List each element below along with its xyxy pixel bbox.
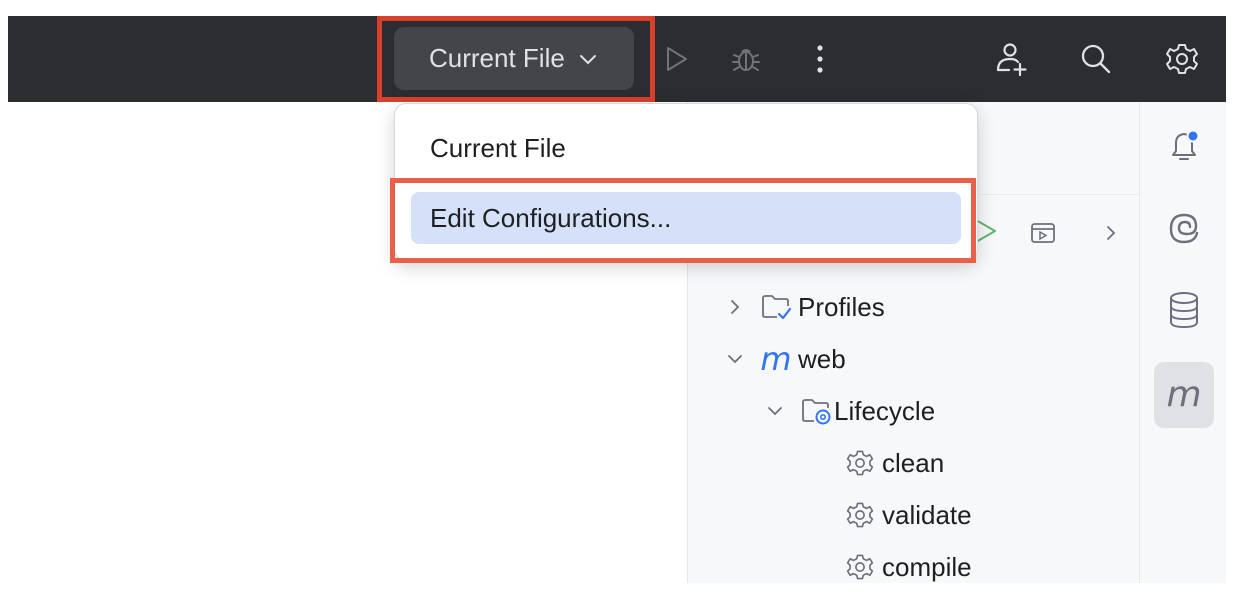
settings-icon[interactable] <box>1162 39 1202 79</box>
tree-item-label: Lifecycle <box>834 395 936 426</box>
chevron-right-icon[interactable] <box>1094 216 1128 250</box>
tree-item-clean[interactable]: clean <box>844 443 944 483</box>
tree-item-label: web <box>798 343 846 374</box>
right-tool-strip: m <box>1139 102 1226 583</box>
tree-item-validate[interactable]: validate <box>844 495 972 535</box>
add-user-icon[interactable] <box>992 39 1032 79</box>
tree-item-profiles[interactable]: Profiles <box>724 287 885 327</box>
gear-icon <box>844 551 876 583</box>
run-configuration-popup: Current File Edit Configurations... <box>394 103 978 261</box>
tree-item-label: Profiles <box>798 291 885 322</box>
chevron-down-icon[interactable] <box>764 400 786 422</box>
search-icon[interactable] <box>1076 39 1116 79</box>
run-config-icon[interactable] <box>1026 216 1060 250</box>
run-icon[interactable] <box>656 39 696 79</box>
tree-item-web[interactable]: m web <box>724 339 846 379</box>
folder-gear-icon <box>800 395 832 427</box>
database-icon[interactable] <box>1154 280 1214 340</box>
tree-item-label: clean <box>882 447 945 478</box>
notifications-icon[interactable] <box>1154 116 1214 176</box>
main-toolbar: Current File <box>8 16 1226 102</box>
gear-icon <box>844 447 876 479</box>
gear-icon <box>844 499 876 531</box>
maven-icon: m <box>760 340 792 378</box>
ai-assistant-icon[interactable] <box>1154 198 1214 258</box>
menu-item-edit-configurations[interactable]: Edit Configurations... <box>411 192 961 244</box>
maven-tool-button[interactable]: m <box>1154 362 1214 428</box>
run-configuration-selector[interactable]: Current File <box>394 27 634 90</box>
menu-item-current-file[interactable]: Current File <box>411 122 961 174</box>
chevron-right-icon[interactable] <box>724 296 746 318</box>
tree-item-compile[interactable]: compile <box>844 547 972 583</box>
maven-icon: m <box>1166 374 1202 415</box>
debug-icon[interactable] <box>726 39 766 79</box>
ide-window: Current File Profiles m web Lifecycle cl… <box>8 16 1226 583</box>
chevron-down-icon[interactable] <box>724 348 746 370</box>
tree-item-label: compile <box>882 551 972 582</box>
more-icon[interactable] <box>800 39 840 79</box>
tree-item-lifecycle[interactable]: Lifecycle <box>764 391 935 431</box>
chevron-down-icon <box>577 48 599 70</box>
folder-check-icon <box>760 291 792 323</box>
run-configuration-label: Current File <box>429 43 565 73</box>
tree-item-label: validate <box>882 499 972 530</box>
